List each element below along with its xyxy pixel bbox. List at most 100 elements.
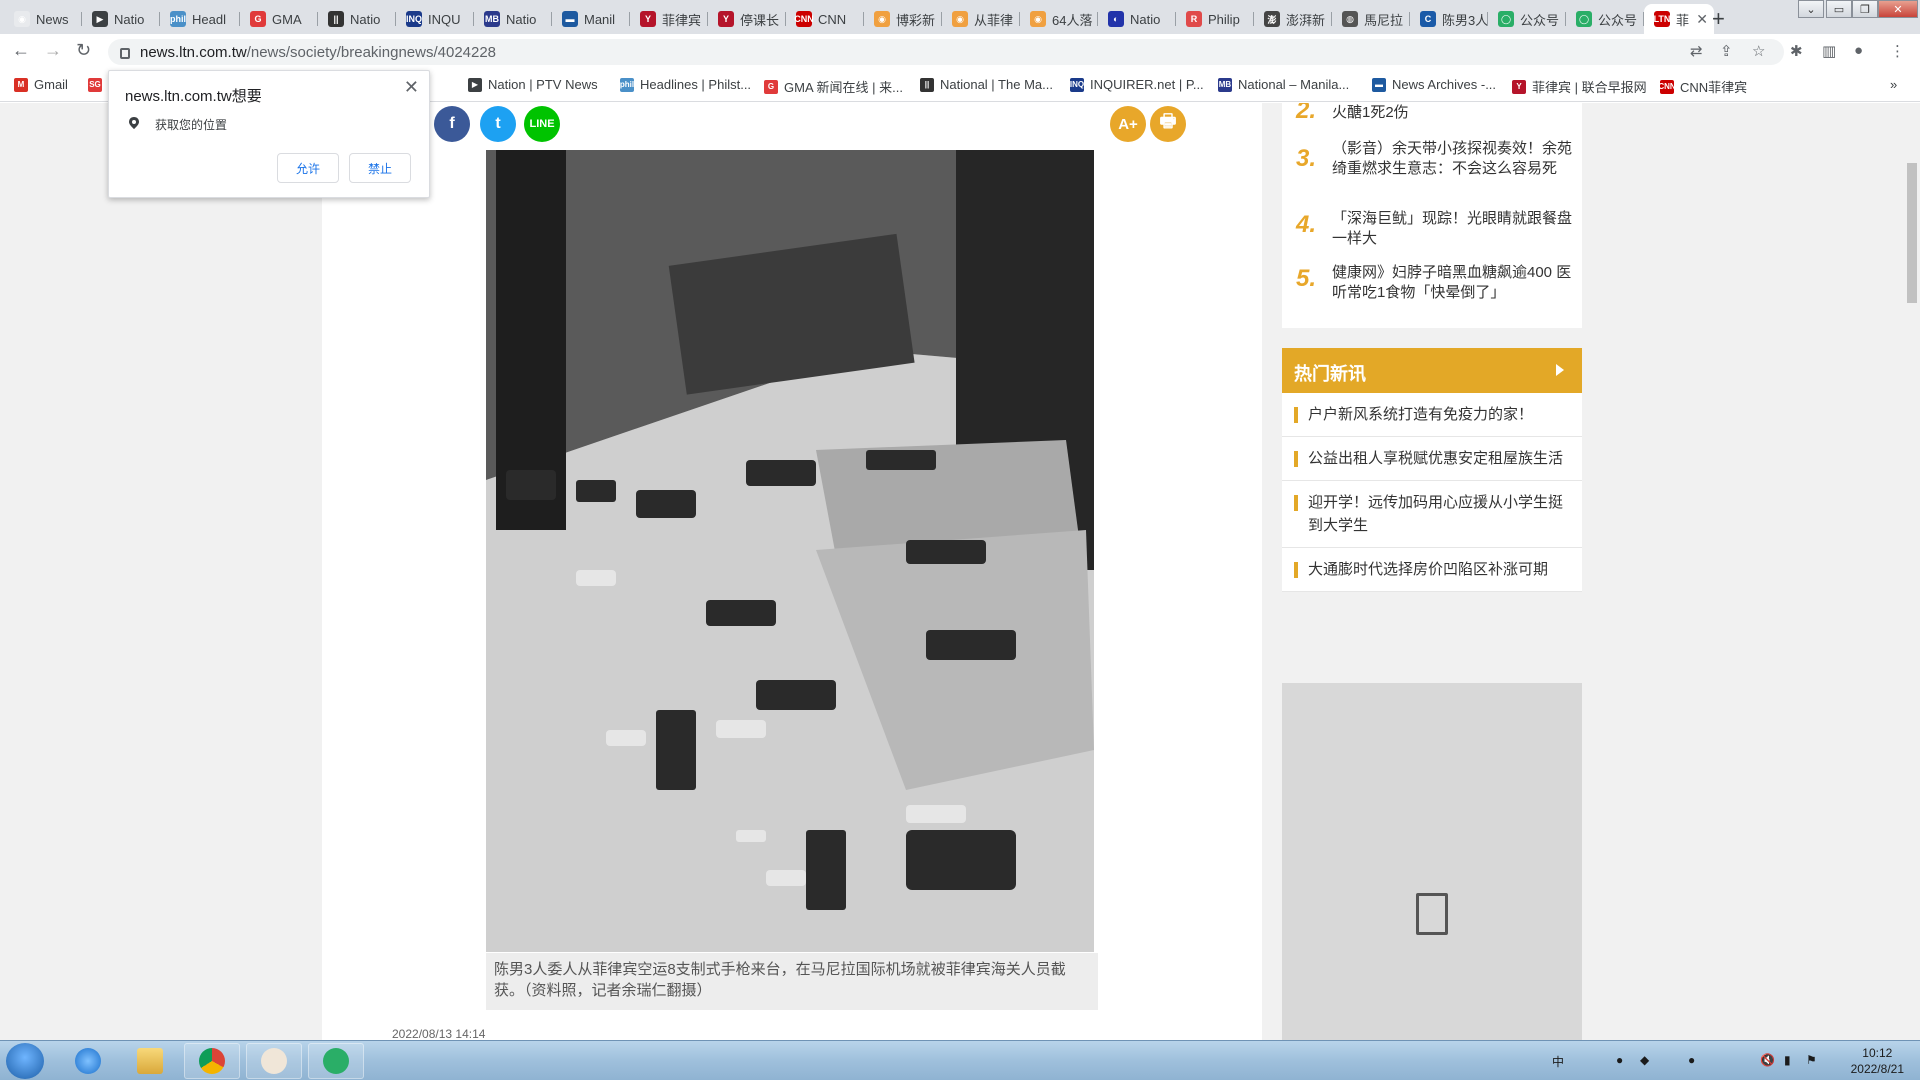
tab[interactable]: R Philip [1176,4,1254,34]
tab[interactable]: ◯ 公众号 [1566,4,1644,34]
tab-favicon-icon: ◉ [1030,11,1046,27]
bookmark-label: INQUIRER.net | P... [1090,77,1204,92]
tab[interactable]: ◉ News [4,4,82,34]
tab[interactable]: ◉ 64人落 [1020,4,1098,34]
bookmark-item[interactable]: CNN CNN菲律宾 [1658,77,1747,96]
bookmark-label: Nation | PTV News [488,77,598,92]
block-button[interactable]: 禁止 [349,153,411,183]
address-bar[interactable]: news.ltn.com.tw/news/society/breakingnew… [108,39,1784,65]
tab[interactable]: ◍ 馬尼拉 [1332,4,1410,34]
tab[interactable]: MB Natio [474,4,552,34]
wechat-tray-icon[interactable]: ● [1616,1053,1623,1067]
page-content: f t LINE A+ 🖶 陈男3人委人从菲律宾空运8支制式手枪来台，在马尼拉国… [0,103,1904,1040]
bookmark-item[interactable]: MB National – Manila... [1218,77,1349,92]
tab-strip: ◉ News ▶ Natio phil Headl G GMA || Natio INQ INQU MB… [0,0,1920,34]
tab[interactable]: INQ INQU [396,4,474,34]
hot-news-item[interactable]: 户户新风系统打造有免疫力的家！ [1282,393,1582,437]
close-icon[interactable]: ✕ [404,77,419,98]
tab-favicon-icon: LTN [1654,11,1670,27]
tab[interactable]: ▬ Manil [552,4,630,34]
share-icon[interactable]: ⇪ [1720,42,1733,60]
bookmark-item[interactable]: phil Headlines | Philst... [620,77,751,92]
tab[interactable]: Y 菲律宾 [630,4,708,34]
ime-indicator[interactable]: 中 [1552,1053,1564,1070]
bookmarks-overflow-icon[interactable]: » [1890,77,1897,92]
app-taskbar-icon[interactable] [246,1043,302,1079]
location-permission-popup: news.ltn.com.tw想要 ✕ 获取您的位置 允许 禁止 [108,70,430,198]
shield-tray-icon[interactable]: ◆ [1640,1053,1649,1067]
tab-title: 陈男3人 [1442,12,1488,28]
twitter-share-icon[interactable]: t [480,106,516,142]
hot-news-item[interactable]: 迎开学！远传加码用心应援从小学生挺到大学生 [1282,481,1582,548]
tab[interactable]: Y 停课长 [708,4,786,34]
tab-favicon-icon: CNN [794,11,814,27]
tab[interactable]: ◐ Natio [1098,4,1176,34]
reload-icon[interactable]: ↻ [76,40,91,61]
tab-search-button[interactable]: ⌄ [1798,0,1824,18]
menu-icon[interactable]: ⋮ [1890,42,1905,60]
tab[interactable]: CNN CNN [786,4,864,34]
clock[interactable]: 10:12 2022/8/21 [1851,1045,1904,1077]
tab-title: 博彩新 [896,12,936,28]
tab[interactable]: || Natio [318,4,396,34]
hot-news-title: 热门新讯 [1294,364,1366,384]
print-icon[interactable]: 🖶 [1150,106,1186,142]
start-button[interactable] [6,1043,44,1079]
restore-button[interactable]: ❐ [1852,0,1878,18]
tab[interactable]: C 陈男3人 [1410,4,1488,34]
volume-muted-icon[interactable]: 🔇 [1760,1053,1775,1067]
ie-taskbar-icon[interactable] [60,1043,116,1079]
tab[interactable]: ◯ 公众号 [1488,4,1566,34]
font-size-button[interactable]: A+ [1110,106,1146,142]
lock-icon[interactable] [120,47,130,59]
arrow-right-icon[interactable] [1556,364,1564,376]
bookmark-item[interactable]: || National | The Ma... [920,77,1053,92]
hot-news-item[interactable]: 公益出租人享税赋优惠安定租屋族生活 [1282,437,1582,481]
chrome-taskbar-icon[interactable] [184,1043,240,1079]
clock-date: 2022/8/21 [1850,1062,1904,1076]
profile-icon[interactable]: ● [1854,42,1863,59]
tab-favicon-icon: Y [718,11,734,27]
network-icon[interactable]: ▮ [1784,1053,1791,1067]
tab[interactable]: 澎澎湃新 [1254,4,1332,34]
bookmark-item[interactable]: Y 菲律宾 | 联合早报网 [1512,77,1647,96]
bookmark-item[interactable]: ▶ Nation | PTV News [468,77,598,92]
line-share-icon[interactable]: LINE [524,106,560,142]
bookmark-item[interactable]: M Gmail [14,77,68,92]
tab-active[interactable]: LTN 菲 ✕ [1644,4,1714,34]
page-scrollbar[interactable] [1904,103,1920,1040]
hot-news-item[interactable]: 大通膨时代选择房价凹陷区补涨可期 [1282,548,1582,592]
bookmark-star-icon[interactable]: ☆ [1752,42,1765,60]
tab[interactable]: ◉ 博彩新 [864,4,942,34]
bookmark-item[interactable]: G GMA 新闻在线 | 来... [764,77,903,96]
close-window-button[interactable]: ✕ [1878,0,1918,18]
bookmark-item[interactable]: ▬ News Archives -... [1372,77,1496,92]
hot-news-header[interactable]: 热门新讯 [1282,348,1582,393]
forward-icon[interactable]: → [44,40,62,61]
tab-title: 64人落 [1052,12,1093,28]
windows-taskbar: 中 ● ◆ ● 🔇 ▮ ⚑ 10:12 2022/8/21 [0,1040,1920,1080]
translate-icon[interactable]: ⇄ [1690,42,1703,60]
tab-favicon-icon: Y [640,11,656,27]
minimize-button[interactable]: ▭ [1826,0,1852,18]
scrollbar-thumb[interactable] [1907,163,1917,303]
tab-title: 公众号 [1598,12,1638,28]
back-icon[interactable]: ← [12,40,30,61]
tab[interactable]: phil Headl [160,4,240,34]
tab[interactable]: ◉ 从菲律 [942,4,1020,34]
allow-button[interactable]: 允许 [277,153,339,183]
bookmark-item[interactable]: INQ INQUIRER.net | P... [1070,77,1204,92]
tab-favicon-icon: R [1186,11,1202,27]
tab[interactable]: G GMA [240,4,318,34]
action-center-icon[interactable]: ⚑ [1806,1053,1817,1067]
tab-close-icon[interactable]: ✕ [1696,11,1708,28]
side-panel-icon[interactable]: ▥ [1822,42,1836,60]
extensions-icon[interactable]: ✱ [1790,42,1803,60]
file-explorer-taskbar-icon[interactable] [122,1043,178,1079]
wechat-taskbar-icon[interactable] [308,1043,364,1079]
new-tab-button[interactable]: + [1712,6,1725,32]
tab-favicon-icon: ◉ [952,11,968,27]
wechat-tray-icon-2[interactable]: ● [1688,1053,1695,1067]
tab[interactable]: ▶ Natio [82,4,160,34]
facebook-share-icon[interactable]: f [434,106,470,142]
